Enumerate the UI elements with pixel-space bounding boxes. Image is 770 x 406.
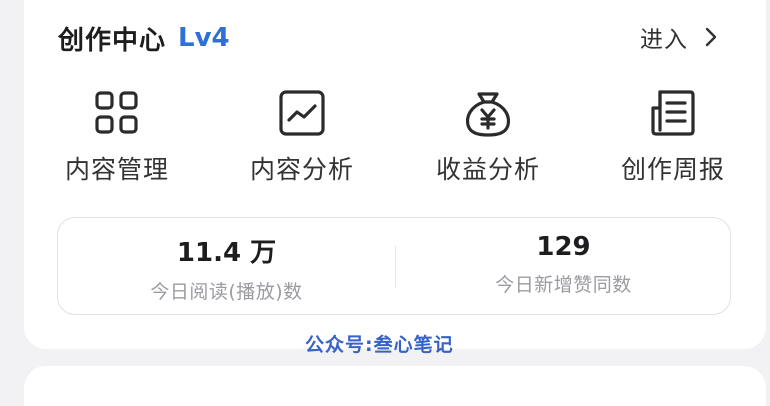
stat-value: 129 bbox=[536, 232, 591, 262]
next-card bbox=[24, 366, 766, 406]
tool-content-management[interactable]: 内容管理 bbox=[37, 86, 197, 186]
stats-panel[interactable]: 11.4 万 今日阅读(播放)数 129 今日新增赞同数 bbox=[57, 217, 731, 315]
enter-label: 进入 bbox=[640, 27, 688, 53]
card-header: 创作中心 Lv4 bbox=[58, 18, 230, 58]
tool-label: 内容分析 bbox=[249, 155, 354, 184]
tool-label: 内容管理 bbox=[64, 155, 169, 184]
stat-value: 11.4 万 bbox=[176, 238, 277, 268]
stat-label: 今日新增赞同数 bbox=[495, 274, 632, 296]
tool-creation-weekly[interactable]: 创作周报 bbox=[593, 86, 753, 186]
report-icon bbox=[651, 90, 695, 136]
stat-reads[interactable]: 11.4 万 今日阅读(播放)数 bbox=[58, 232, 395, 304]
enter-button[interactable]: 进入 bbox=[640, 20, 718, 54]
tool-revenue-analysis[interactable]: 收益分析 bbox=[408, 86, 568, 186]
watermark: 公众号:叁心笔记 bbox=[305, 334, 454, 356]
trend-chart-icon bbox=[279, 90, 325, 136]
tool-row: 内容管理 内容分析 收益分析 创作周报 bbox=[24, 86, 766, 196]
tool-label: 创作周报 bbox=[620, 155, 725, 184]
creation-center-card: 创作中心 Lv4 进入 内容管理 内容分析 收益分析 创作周报 11.4 万 今… bbox=[24, 0, 766, 349]
stat-label: 今日阅读(播放)数 bbox=[150, 281, 303, 303]
card-title: 创作中心 bbox=[58, 25, 167, 56]
stat-likes[interactable]: 129 今日新增赞同数 bbox=[395, 232, 732, 297]
chevron-right-icon bbox=[705, 27, 717, 47]
level-badge: Lv4 bbox=[178, 23, 230, 53]
grid-icon bbox=[95, 91, 138, 134]
tool-label: 收益分析 bbox=[435, 155, 540, 184]
tool-content-analysis[interactable]: 内容分析 bbox=[222, 86, 382, 186]
money-bag-icon bbox=[465, 92, 511, 137]
